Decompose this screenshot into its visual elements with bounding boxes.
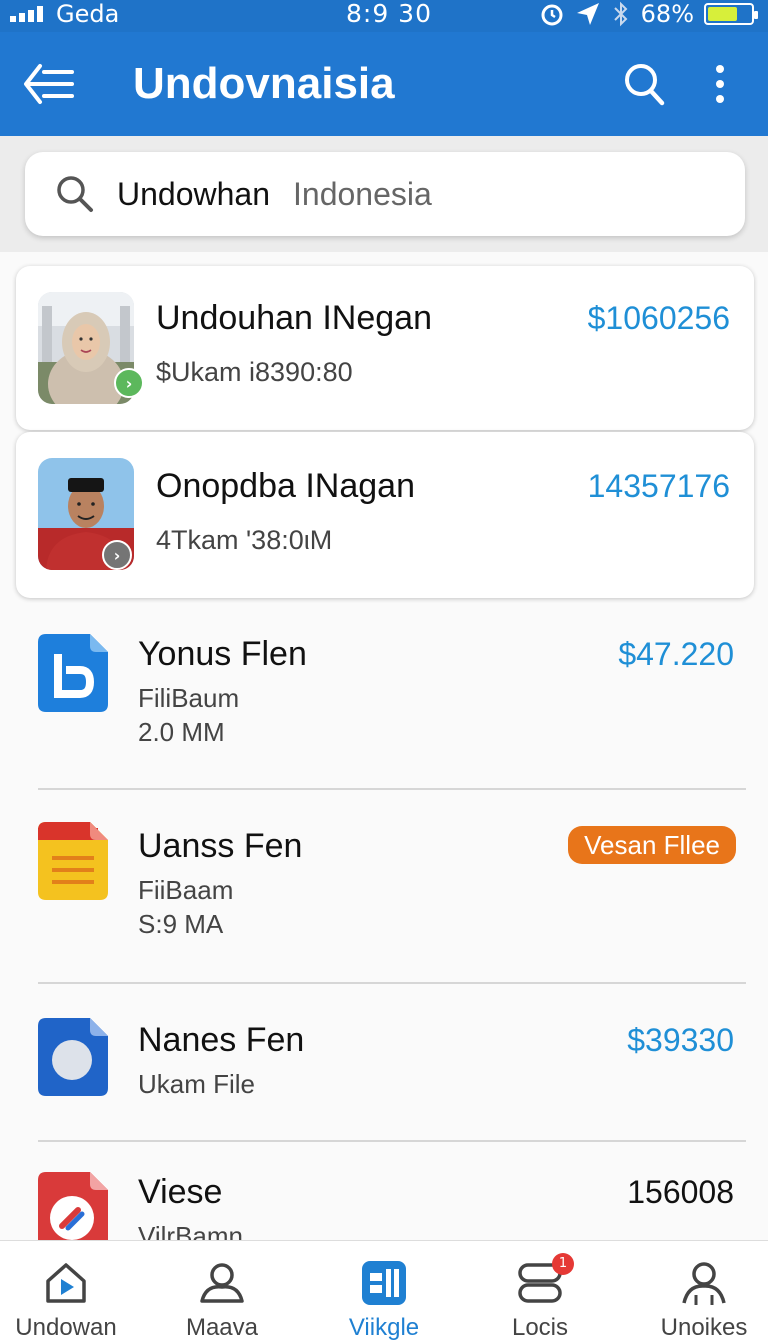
card-name: Undouhan INegan xyxy=(156,299,433,337)
carrier-name: Geda xyxy=(56,0,120,28)
file-name: Nanes Fen xyxy=(138,1021,305,1059)
file-amount: $39330 xyxy=(627,1022,734,1058)
location-icon xyxy=(576,3,599,25)
status-icons: 68% xyxy=(539,0,758,28)
bottom-nav: Undowan Maava Viikgle 1 Locis Unoikes xyxy=(0,1240,768,1344)
contact-card[interactable]: › Onopdba INagan 4Tkam '38:0ιM 14357176 xyxy=(16,432,754,598)
file-row[interactable]: Viese VilrBamn 156008 xyxy=(0,1164,768,1240)
signal-icon xyxy=(10,6,43,22)
blue-doc-icon xyxy=(38,634,108,712)
nav-item-apps[interactable]: Viikgle xyxy=(314,1241,454,1344)
file-name: Yonus Flen xyxy=(138,635,307,673)
back-menu-icon[interactable] xyxy=(22,58,78,110)
battery-percent: 68% xyxy=(640,0,694,28)
status-badge: › xyxy=(114,368,144,398)
bluetooth-icon xyxy=(613,1,628,27)
nav-item-home[interactable]: Undowan xyxy=(0,1241,136,1344)
nav-label: Viikgle xyxy=(348,1314,420,1341)
file-row[interactable]: Yonus Flen FiliBaum 2.0 MM $47.220 xyxy=(0,622,768,786)
file-owner: FiiBaam xyxy=(138,875,234,905)
nav-label: Unoikes xyxy=(660,1314,748,1341)
blue-circle-doc-icon xyxy=(38,1018,108,1096)
divider xyxy=(38,982,746,984)
search-field-icon xyxy=(57,176,93,212)
status-time: 8:9 30 xyxy=(346,0,432,28)
nav-label: Undowan xyxy=(15,1314,117,1341)
divider xyxy=(38,1140,746,1142)
nav-item-profile[interactable]: Maava xyxy=(152,1241,292,1344)
search-query-text: Undowhan xyxy=(117,176,270,212)
nav-item-people[interactable]: Unoikes xyxy=(634,1241,768,1344)
results-list: › Undouhan INegan $Ukam i8390:80 $106025… xyxy=(0,252,768,1240)
alarm-icon xyxy=(541,4,563,26)
file-name: Viese xyxy=(138,1173,223,1211)
file-owner: FiliBaum xyxy=(138,683,240,713)
battery-icon xyxy=(704,3,758,25)
home-play-icon xyxy=(46,1263,86,1303)
card-subtitle: 4Tkam '38:0ιM xyxy=(156,525,333,555)
page-title: Undovnaisia xyxy=(133,59,395,108)
file-row[interactable]: Uanss Fen FiiBaam S:9 MA Vesan Fllee xyxy=(0,812,768,982)
card-amount: 14357176 xyxy=(587,468,730,504)
contact-card[interactable]: › Undouhan INegan $Ukam i8390:80 $106025… xyxy=(16,266,754,430)
grid-app-icon xyxy=(362,1261,406,1305)
search-icon[interactable] xyxy=(622,60,666,108)
person-icon xyxy=(200,1263,244,1303)
search-input[interactable]: Undowhan Indonesia xyxy=(25,152,745,236)
file-row[interactable]: Nanes Fen Ukam File $39330 xyxy=(0,1004,768,1138)
red-app-icon xyxy=(38,1172,108,1240)
file-owner: VilrBamn xyxy=(138,1221,244,1240)
search-area: Undowhan Indonesia xyxy=(0,136,768,252)
status-bar: Geda 8:9 30 68% xyxy=(0,0,768,32)
notification-badge: 1 xyxy=(552,1253,574,1275)
yellow-notes-icon xyxy=(38,822,108,900)
card-subtitle: $Ukam i8390:80 xyxy=(156,357,353,387)
file-size: S:9 MA xyxy=(138,909,224,939)
nav-item-messages[interactable]: 1 Locis xyxy=(470,1241,610,1344)
more-vertical-icon[interactable] xyxy=(705,60,735,108)
version-file-button[interactable]: Vesan Fllee xyxy=(568,826,736,864)
battery-level xyxy=(708,7,737,21)
search-hint-text: Indonesia xyxy=(293,176,432,212)
nav-label: Locis xyxy=(511,1314,569,1341)
divider xyxy=(38,788,746,790)
app-bar: Undovnaisia xyxy=(0,32,768,136)
card-amount: $1060256 xyxy=(587,300,730,336)
file-amount: $47.220 xyxy=(618,636,734,672)
nav-label: Maava xyxy=(185,1314,259,1341)
people-icon xyxy=(682,1262,726,1305)
file-amount: 156008 xyxy=(627,1174,734,1210)
file-size: 2.0 MM xyxy=(138,717,225,747)
file-name: Uanss Fen xyxy=(138,827,303,865)
file-owner: Ukam File xyxy=(138,1069,256,1099)
card-name: Onopdba INagan xyxy=(156,467,415,505)
status-badge: › xyxy=(102,540,132,570)
